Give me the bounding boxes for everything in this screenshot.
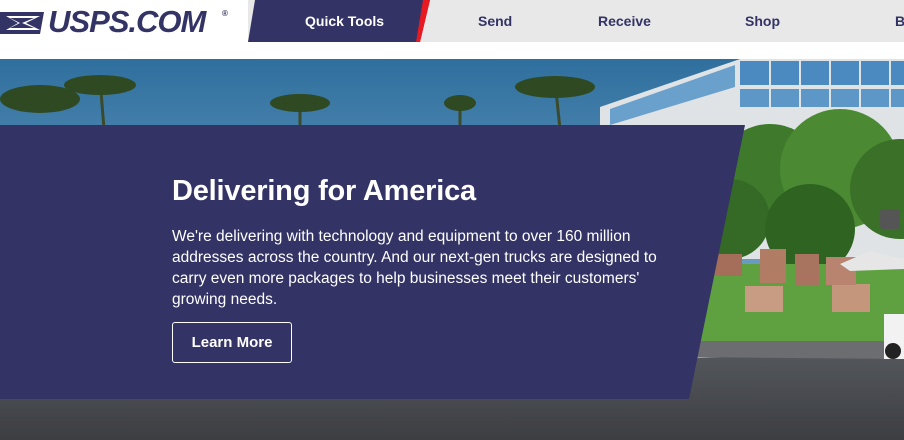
eagle-logo-icon	[0, 12, 44, 34]
main-navigation: Quick Tools Send Receive Shop B	[248, 0, 904, 42]
nav-item-label: Quick Tools	[305, 13, 385, 29]
site-header: USPS.COM ® Quick Tools Send Receive Shop…	[0, 0, 904, 42]
learn-more-button[interactable]: Learn More	[172, 322, 292, 363]
hero-title: Delivering for America	[172, 175, 476, 207]
nav-item-receive[interactable]: Receive	[598, 0, 651, 42]
hero-description: We're delivering with technology and equ…	[172, 228, 657, 308]
nav-item-shop[interactable]: Shop	[745, 0, 780, 42]
nav-item-quick-tools[interactable]: Quick Tools	[248, 0, 430, 42]
nav-item-business[interactable]: B	[895, 0, 904, 42]
nav-item-send[interactable]: Send	[478, 0, 512, 42]
usps-logo-link[interactable]: USPS.COM ®	[0, 4, 240, 39]
registered-mark: ®	[222, 9, 228, 18]
logo-wordmark: USPS.COM	[48, 4, 206, 39]
